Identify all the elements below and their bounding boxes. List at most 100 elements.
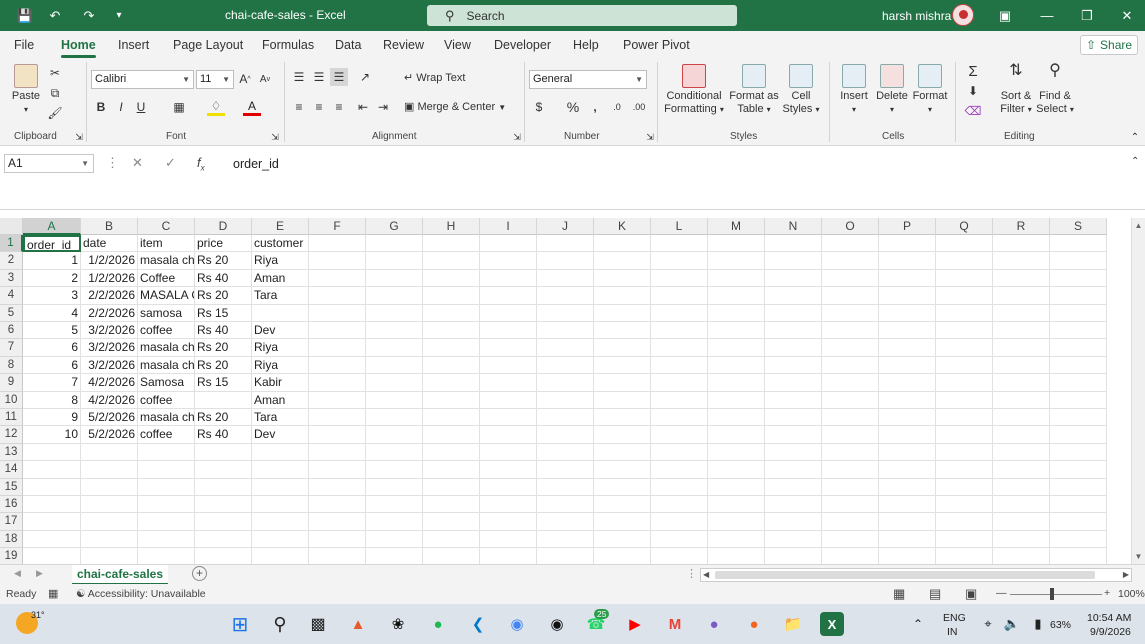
cell-p2[interactable]	[879, 252, 936, 270]
cell-p19[interactable]	[879, 548, 936, 564]
cell-b3[interactable]: 1/2/2026	[81, 269, 138, 288]
cell-g9[interactable]	[366, 374, 423, 392]
paste-button[interactable]: Paste ▾	[8, 64, 44, 116]
cell-q19[interactable]	[936, 548, 993, 564]
row-header-3[interactable]: 3	[0, 269, 23, 288]
close-button[interactable]: ✕	[1107, 0, 1145, 31]
cell-m5[interactable]	[708, 304, 765, 322]
cell-p17[interactable]	[879, 513, 936, 531]
cell-c10[interactable]: coffee	[138, 391, 195, 409]
cell-p11[interactable]	[879, 409, 936, 427]
cell-f19[interactable]	[309, 548, 366, 564]
cell-k2[interactable]	[594, 252, 651, 270]
cell-r10[interactable]	[993, 391, 1050, 409]
cell-i8[interactable]	[480, 356, 537, 375]
cell-c14[interactable]	[138, 461, 195, 479]
name-box[interactable]: A1 ▼	[4, 154, 94, 173]
cell-i17[interactable]	[480, 513, 537, 531]
cell-q14[interactable]	[936, 461, 993, 479]
cell-s11[interactable]	[1050, 409, 1107, 427]
comma-style-icon[interactable]: ,	[586, 98, 604, 116]
row-header-1[interactable]: 1	[0, 235, 23, 253]
brave-browser-icon[interactable]: ▲	[346, 612, 370, 636]
cell-q12[interactable]	[936, 426, 993, 444]
cell-q5[interactable]	[936, 304, 993, 322]
cell-r12[interactable]	[993, 426, 1050, 444]
cell-d17[interactable]	[195, 513, 252, 531]
cell-g8[interactable]	[366, 356, 423, 375]
cell-f8[interactable]	[309, 356, 366, 375]
cell-j4[interactable]	[537, 287, 594, 305]
cell-d5[interactable]: Rs 15	[195, 304, 252, 322]
cell-e1[interactable]: customer	[252, 235, 309, 253]
cell-f2[interactable]	[309, 252, 366, 270]
cell-q8[interactable]	[936, 356, 993, 375]
cell-h16[interactable]	[423, 496, 480, 514]
column-header-c[interactable]: C	[138, 218, 195, 235]
cell-f6[interactable]	[309, 322, 366, 340]
cell-j8[interactable]	[537, 356, 594, 375]
bold-icon[interactable]: B	[92, 98, 110, 116]
conditional-formatting-button[interactable]: Conditional Formatting ▾	[662, 64, 726, 116]
search-box[interactable]: ⚲ Search	[427, 5, 737, 26]
cell-i6[interactable]	[480, 322, 537, 340]
cell-k7[interactable]	[594, 339, 651, 357]
clear-icon[interactable]: ⌫	[964, 102, 982, 120]
cell-c8[interactable]: masala ch	[138, 356, 195, 375]
cell-m17[interactable]	[708, 513, 765, 531]
cell-r8[interactable]	[993, 356, 1050, 375]
column-header-r[interactable]: R	[993, 218, 1050, 235]
tab-file[interactable]: File	[14, 38, 34, 52]
volume-icon[interactable]: 🔈	[1000, 612, 1024, 636]
cell-l12[interactable]	[651, 426, 708, 444]
cell-e19[interactable]	[252, 548, 309, 564]
scroll-thumb[interactable]	[715, 571, 1095, 579]
cell-q13[interactable]	[936, 443, 993, 462]
horizontal-scrollbar[interactable]: ◀ ▶	[700, 568, 1132, 582]
merge-center-button[interactable]: ▣ Merge & Center ▼	[404, 101, 506, 114]
cell-o9[interactable]	[822, 374, 879, 392]
cell-a12[interactable]: 10	[23, 426, 81, 444]
cell-l9[interactable]	[651, 374, 708, 392]
cell-m7[interactable]	[708, 339, 765, 357]
cell-r13[interactable]	[993, 443, 1050, 462]
cell-b11[interactable]: 5/2/2026	[81, 409, 138, 427]
cell-l18[interactable]	[651, 530, 708, 549]
cell-n11[interactable]	[765, 409, 822, 427]
cell-i3[interactable]	[480, 269, 537, 288]
row-header-7[interactable]: 7	[0, 339, 23, 357]
cell-d2[interactable]: Rs 20	[195, 252, 252, 270]
italic-icon[interactable]: I	[112, 98, 130, 116]
tab-help[interactable]: Help	[573, 38, 599, 52]
cell-m2[interactable]	[708, 252, 765, 270]
cell-c18[interactable]	[138, 530, 195, 549]
cell-i1[interactable]	[480, 235, 537, 253]
cell-h11[interactable]	[423, 409, 480, 427]
cell-g16[interactable]	[366, 496, 423, 514]
cell-h6[interactable]	[423, 322, 480, 340]
cell-l3[interactable]	[651, 269, 708, 288]
cell-g1[interactable]	[366, 235, 423, 253]
cell-o16[interactable]	[822, 496, 879, 514]
cell-g2[interactable]	[366, 252, 423, 270]
column-header-g[interactable]: G	[366, 218, 423, 235]
column-header-l[interactable]: L	[651, 218, 708, 235]
cell-m3[interactable]	[708, 269, 765, 288]
cell-e2[interactable]: Riya	[252, 252, 309, 270]
column-header-p[interactable]: P	[879, 218, 936, 235]
page-break-view-icon[interactable]: ▣	[965, 586, 977, 602]
cell-j6[interactable]	[537, 322, 594, 340]
cell-n15[interactable]	[765, 478, 822, 496]
cell-i16[interactable]	[480, 496, 537, 514]
row-header-9[interactable]: 9	[0, 374, 23, 392]
cell-i10[interactable]	[480, 391, 537, 409]
cell-n8[interactable]	[765, 356, 822, 375]
zoom-slider[interactable]	[1010, 594, 1102, 595]
vertical-scrollbar[interactable]: ▲ ▼	[1131, 218, 1145, 564]
cell-b8[interactable]: 3/2/2026	[81, 356, 138, 375]
cell-n4[interactable]	[765, 287, 822, 305]
column-header-h[interactable]: H	[423, 218, 480, 235]
cell-p18[interactable]	[879, 530, 936, 549]
cell-p12[interactable]	[879, 426, 936, 444]
cell-b15[interactable]	[81, 478, 138, 496]
